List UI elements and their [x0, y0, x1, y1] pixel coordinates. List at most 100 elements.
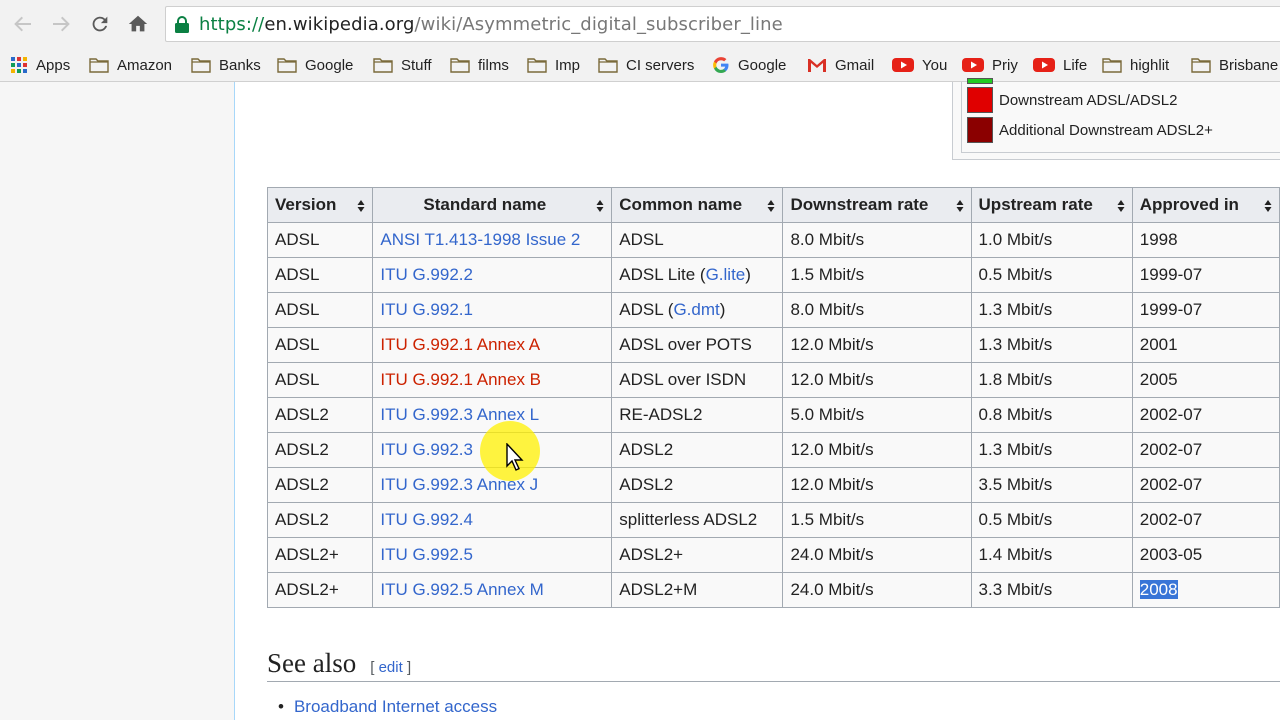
cell-downstream-rate: 12.0 Mbit/s: [782, 432, 972, 468]
cell-upstream-rate: 1.0 Mbit/s: [970, 222, 1133, 258]
cell-text: 0.5 Mbit/s: [978, 510, 1053, 529]
standard-link[interactable]: ITU G.992.1: [380, 300, 473, 319]
bookmark-priy[interactable]: Priy: [962, 53, 1018, 77]
standard-link[interactable]: ITU G.992.4: [380, 510, 473, 529]
heading-text: See also: [267, 648, 357, 678]
sort-icon: [1117, 200, 1125, 212]
header-approved-in[interactable]: Approved in: [1131, 187, 1280, 223]
cell-upstream-rate: 3.5 Mbit/s: [970, 467, 1133, 503]
cell-text: 8.0 Mbit/s: [790, 300, 865, 319]
bookmark-brisbane[interactable]: Brisbane: [1191, 53, 1278, 77]
cell-downstream-rate: 12.0 Mbit/s: [782, 327, 972, 363]
cell-upstream-rate: 1.3 Mbit/s: [970, 432, 1133, 468]
bookmark-label: Gmail: [835, 56, 875, 74]
standard-link[interactable]: ITU G.992.3: [380, 440, 473, 459]
cell-text: 1998: [1139, 230, 1178, 249]
cell-text: 1999-07: [1139, 265, 1203, 284]
table-row: ADSL2+ ITU G.992.5 Annex M ADSL2+M 24.0 Mbi…: [266, 572, 1280, 608]
cell-standard-name: ITU G.992.5: [372, 537, 613, 573]
cell-text: 1.3 Mbit/s: [978, 440, 1053, 459]
header-label: Common name: [619, 195, 743, 214]
cell-downstream-rate: 12.0 Mbit/s: [782, 362, 972, 398]
standard-link[interactable]: ITU G.992.1 Annex A: [380, 335, 540, 354]
cell-version: ADSL2: [266, 432, 374, 468]
folder-icon: [527, 57, 547, 73]
bookmark-you[interactable]: You: [892, 53, 947, 77]
home-button[interactable]: [123, 9, 153, 39]
cell-text: ADSL2+M: [619, 580, 698, 599]
standard-link[interactable]: ITU G.992.1 Annex B: [380, 370, 541, 389]
bookmark-banks[interactable]: Banks: [191, 53, 261, 77]
cell-text: 1.3 Mbit/s: [978, 335, 1053, 354]
header-standard-name[interactable]: Standard name: [372, 187, 613, 223]
legend-item-additional: Additional Downstream ADSL2+: [967, 116, 1213, 144]
bookmark-label: Apps: [36, 56, 71, 74]
bookmark-label: Google: [738, 56, 787, 74]
bookmark-google-folder[interactable]: Google: [277, 53, 353, 77]
bookmark-label: highlit: [1130, 56, 1170, 74]
bookmark-google[interactable]: Google: [712, 53, 786, 77]
bookmark-label: Priy: [992, 56, 1018, 74]
standard-link[interactable]: ANSI T1.413-1998 Issue 2: [380, 230, 580, 249]
bookmark-ci-servers[interactable]: CI servers: [598, 53, 694, 77]
header-downstream-rate[interactable]: Downstream rate: [782, 187, 972, 223]
cell-text: 2002-07: [1139, 510, 1203, 529]
legend-label: Downstream ADSL/ADSL2: [999, 91, 1178, 109]
youtube-icon: [962, 57, 984, 73]
bookmark-label: Life: [1063, 56, 1088, 74]
see-also-link[interactable]: Broadband Internet access: [294, 697, 497, 716]
sort-icon: [1264, 200, 1272, 212]
reload-button[interactable]: [85, 9, 115, 39]
edit-section: [ edit ]: [370, 659, 411, 676]
folder-icon: [373, 57, 393, 73]
url-path: /wiki/Asymmetric_digital_subscriber_line: [414, 14, 783, 35]
common-name-link[interactable]: G.dmt: [673, 300, 719, 319]
bookmark-life[interactable]: Life: [1033, 53, 1087, 77]
header-upstream-rate[interactable]: Upstream rate: [970, 187, 1133, 223]
cell-standard-name: ITU G.992.3: [372, 432, 613, 468]
cell-approved-in: 2002-07: [1131, 432, 1280, 468]
see-also-heading: See also [ edit ]: [267, 648, 1280, 682]
cell-upstream-rate: 1.8 Mbit/s: [970, 362, 1133, 398]
cell-text: splitterless ADSL2: [619, 510, 758, 529]
common-name-link[interactable]: G.lite: [706, 265, 746, 284]
url-host: en.wikipedia.org: [264, 14, 415, 35]
cell-text: ADSL: [275, 335, 320, 354]
forward-button[interactable]: [46, 9, 76, 39]
standard-link[interactable]: ITU G.992.3 Annex J: [380, 475, 538, 494]
cell-text: ADSL: [275, 230, 320, 249]
legend-label: Additional Downstream ADSL2+: [999, 121, 1213, 139]
standard-link[interactable]: ITU G.992.2: [380, 265, 473, 284]
bookmark-apps[interactable]: Apps: [10, 53, 70, 77]
cell-text: 2002-07: [1139, 405, 1203, 424]
cell-text: 12.0 Mbit/s: [790, 440, 874, 459]
standard-link[interactable]: ITU G.992.5: [380, 545, 473, 564]
bookmark-films[interactable]: films: [450, 53, 509, 77]
bookmark-label: CI servers: [626, 56, 695, 74]
cell-common-name: ADSL Lite (G.lite): [611, 257, 784, 293]
cell-version: ADSL: [266, 362, 374, 398]
bookmark-amazon[interactable]: Amazon: [89, 53, 172, 77]
bookmark-stuff[interactable]: Stuff: [373, 53, 432, 77]
header-version[interactable]: Version: [266, 187, 374, 223]
bookmark-imp[interactable]: Imp: [527, 53, 580, 77]
cell-text: ADSL: [275, 370, 320, 389]
cell-text: ADSL over ISDN: [619, 370, 747, 389]
legend-inner: Downstream ADSL/ADSL2 Additional Downstr…: [961, 78, 1280, 153]
cell-text: 2008: [1139, 580, 1178, 599]
bookmark-highlit[interactable]: highlit: [1102, 53, 1169, 77]
back-button[interactable]: [8, 9, 38, 39]
table-row: ADSL ITU G.992.1 Annex A ADSL over POTS 12.…: [266, 327, 1280, 363]
standard-link[interactable]: ITU G.992.5 Annex M: [380, 580, 543, 599]
cell-version: ADSL2+: [266, 572, 374, 608]
header-common-name[interactable]: Common name: [611, 187, 784, 223]
edit-link[interactable]: edit: [379, 659, 403, 676]
cell-upstream-rate: 0.5 Mbit/s: [970, 502, 1133, 538]
cell-text: 2005: [1139, 370, 1178, 389]
cell-standard-name: ITU G.992.3 Annex L: [372, 397, 613, 433]
cell-text: 1.5 Mbit/s: [790, 510, 865, 529]
see-also-list: Broadband Internet access: [278, 697, 497, 717]
standard-link[interactable]: ITU G.992.3 Annex L: [380, 405, 539, 424]
address-bar[interactable]: https://en.wikipedia.org/wiki/Asymmetric…: [165, 6, 1280, 42]
bookmark-gmail[interactable]: Gmail: [807, 53, 874, 77]
